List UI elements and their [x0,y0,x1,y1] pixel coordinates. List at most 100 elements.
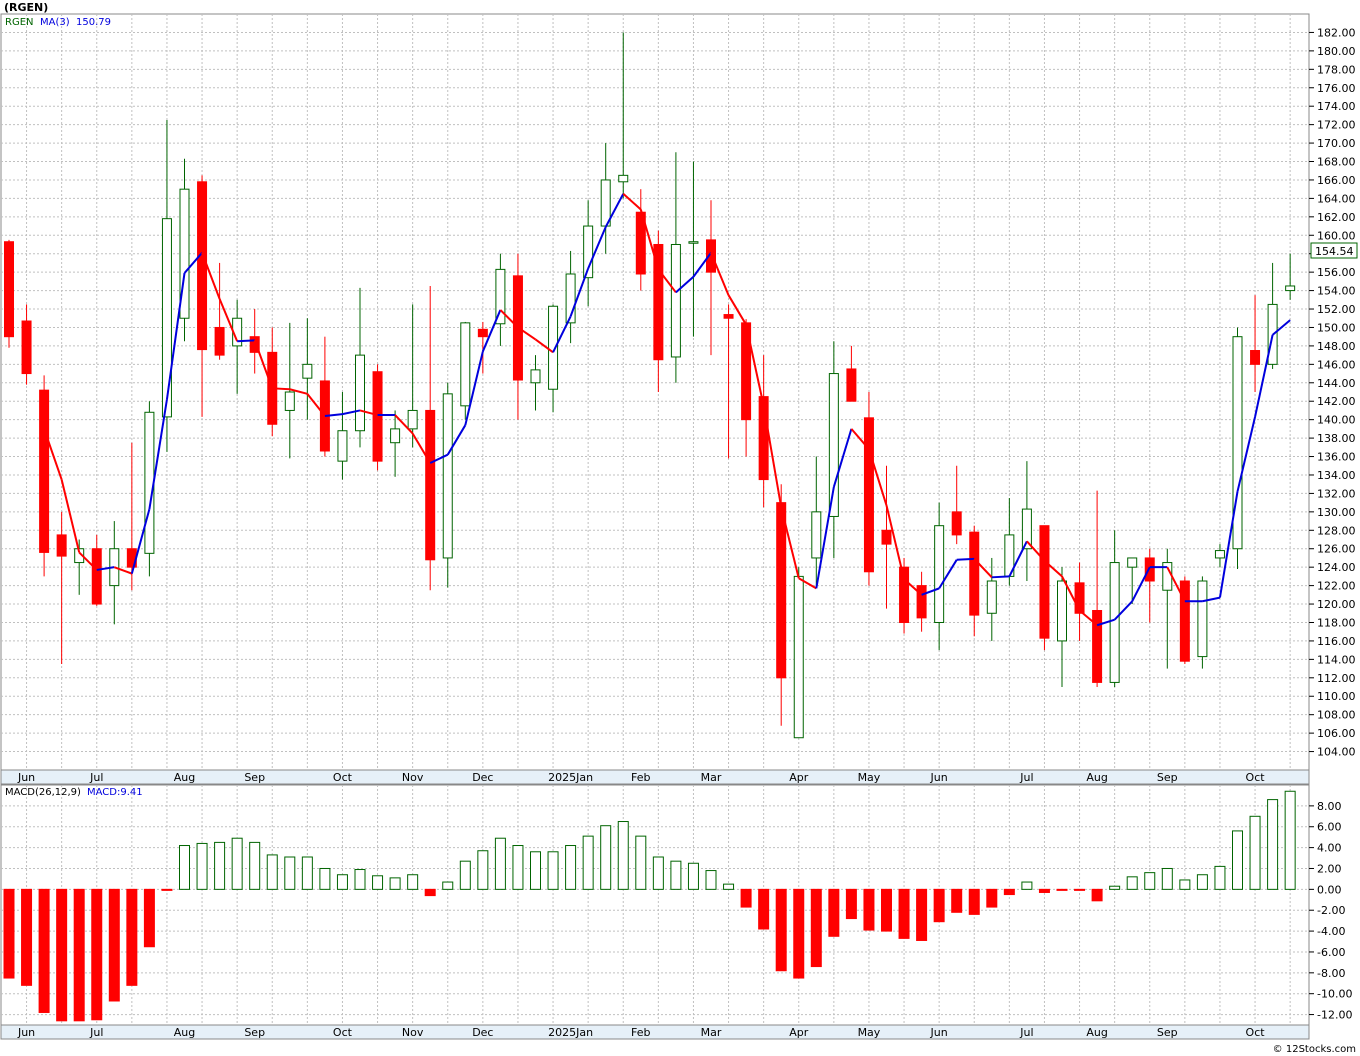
macd-bar [21,888,33,986]
last-price-label: 154.54 [1315,245,1354,258]
macd-bar [687,862,699,890]
candle-body [1285,285,1296,292]
candle-body [1214,550,1225,559]
macd-bar [916,888,928,941]
month-label: Jun [930,771,948,784]
macd-bar [161,888,173,891]
month-label: Sep [1157,771,1178,784]
month-label: 2025Jan [548,771,593,784]
macd-bar [1214,865,1226,890]
macd-bar [986,888,998,908]
candle-body [460,322,471,407]
candle-body [161,218,172,418]
macd-bar [1196,874,1208,890]
macd-bar [179,845,190,890]
macd-bar [424,888,436,897]
month-label: Aug [1086,1026,1107,1039]
candle-body [372,371,383,462]
macd-bar [1249,815,1261,890]
macd-bar [249,841,261,890]
price-tick-label: 168.00 [1317,156,1356,169]
macd-bar [617,821,629,890]
candle-body [1197,580,1208,658]
macd-bar [284,856,296,890]
month-label: Sep [244,1026,265,1039]
symbol-title: (RGEN) [4,1,48,14]
macd-tick-label: -4.00 [1317,925,1345,938]
price-tick-label: 116.00 [1317,635,1356,648]
price-tick-label: 118.00 [1317,616,1356,629]
price-tick-label: 132.00 [1317,487,1356,500]
macd-bar [301,856,313,890]
candle-body [1092,610,1103,683]
ma3-segment [991,575,1010,579]
price-tick-label: 164.00 [1317,192,1356,205]
candle-body [284,391,295,411]
price-tick-label: 112.00 [1317,672,1356,685]
candle-body [337,430,348,462]
month-label: Jul [1019,1026,1033,1039]
candle-body [21,320,32,375]
ma3-segment [272,387,290,391]
macd-bar [389,877,401,890]
macd-panel: 8.00 6.00 4.00 2.00 0.00 -2.00 -4.00 -6.00 -8.00… [0,784,1352,1026]
month-label: May [858,1026,881,1039]
macd-bar [1038,888,1050,893]
price-tick-label: 142.00 [1317,395,1356,408]
macd-bar [898,888,910,939]
price-tick-label: 138.00 [1317,432,1356,445]
macd-bar [3,888,15,979]
month-label: Feb [631,1026,650,1039]
macd-bar [600,825,612,890]
macd-bar [512,845,524,890]
candle-body [442,393,453,559]
stock-chart: (RGEN) 104.00 106.00 108.00 110.00 112.00 114… [0,0,1360,1056]
candle-body [477,328,488,338]
macd-tick-label: 0.00 [1317,883,1342,896]
month-label: Aug [174,1026,195,1039]
ma3-segment [237,339,255,343]
month-label: Mar [701,771,722,784]
candle-body [916,585,927,619]
candle-body [425,409,436,561]
candle-body [355,354,365,432]
macd-bar [126,888,138,986]
macd-tick-label: -2.00 [1317,904,1345,917]
candle-body [1109,562,1120,683]
month-label: Jun [930,1026,948,1039]
price-tick-label: 150.00 [1317,321,1356,334]
candle-body [1039,525,1050,639]
price-tick-label: 140.00 [1317,414,1356,427]
month-label: Mar [701,1026,722,1039]
macd-bar [477,850,489,890]
price-tick-label: 120.00 [1317,598,1356,611]
macd-bar [73,888,85,1022]
macd-bar [968,888,980,915]
price-tick-label: 170.00 [1317,137,1356,150]
macd-bar [1074,888,1086,891]
month-label: Nov [402,1026,424,1039]
price-panel: 104.00 106.00 108.00 110.00 112.00 114.00 116.… [0,13,1358,771]
macd-bar [1126,876,1138,890]
macd-bar [1091,888,1103,902]
month-label: Jul [89,1026,103,1039]
macd-bar [565,845,577,890]
candle-body [951,511,962,536]
price-legend: RGEN MA(3) 150.79 [5,17,111,28]
month-label: Jun [17,771,35,784]
price-tick-label: 144.00 [1317,377,1356,390]
candle-body [986,580,997,614]
price-tick-label: 110.00 [1317,690,1356,703]
candle-body [1057,580,1067,642]
macd-bar [635,835,647,890]
macd-tick-label: 8.00 [1317,800,1342,813]
price-tick-label: 130.00 [1317,506,1356,519]
candle-body [302,363,313,379]
price-tick-label: 134.00 [1317,469,1356,482]
candle-body [723,314,734,319]
macd-tick-label: 6.00 [1317,821,1342,834]
month-label: Jun [17,1026,35,1039]
macd-bar [336,874,348,890]
price-tick-label: 152.00 [1317,303,1356,316]
month-label: Oct [1246,1026,1266,1039]
